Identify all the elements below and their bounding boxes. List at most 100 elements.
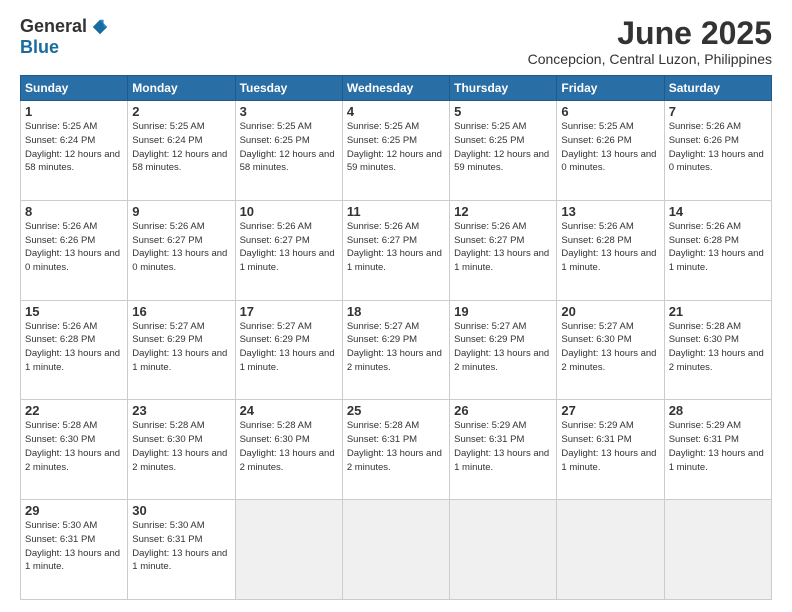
day-info: Sunrise: 5:26 AM Sunset: 6:28 PM Dayligh… (561, 220, 659, 275)
calendar-cell: 22 Sunrise: 5:28 AM Sunset: 6:30 PM Dayl… (21, 400, 128, 500)
day-info: Sunrise: 5:25 AM Sunset: 6:26 PM Dayligh… (561, 120, 659, 175)
logo-general: General (20, 16, 87, 37)
calendar-cell: 17 Sunrise: 5:27 AM Sunset: 6:29 PM Dayl… (235, 300, 342, 400)
day-info: Sunrise: 5:28 AM Sunset: 6:30 PM Dayligh… (669, 320, 767, 375)
day-number: 15 (25, 304, 123, 319)
day-info: Sunrise: 5:26 AM Sunset: 6:28 PM Dayligh… (669, 220, 767, 275)
day-number: 2 (132, 104, 230, 119)
calendar-week-2: 8 Sunrise: 5:26 AM Sunset: 6:26 PM Dayli… (21, 200, 772, 300)
calendar-cell: 11 Sunrise: 5:26 AM Sunset: 6:27 PM Dayl… (342, 200, 449, 300)
day-number: 3 (240, 104, 338, 119)
col-monday: Monday (128, 76, 235, 101)
day-info: Sunrise: 5:30 AM Sunset: 6:31 PM Dayligh… (25, 519, 123, 574)
calendar-cell (450, 500, 557, 600)
day-info: Sunrise: 5:26 AM Sunset: 6:27 PM Dayligh… (347, 220, 445, 275)
calendar-cell: 18 Sunrise: 5:27 AM Sunset: 6:29 PM Dayl… (342, 300, 449, 400)
calendar-cell: 30 Sunrise: 5:30 AM Sunset: 6:31 PM Dayl… (128, 500, 235, 600)
col-wednesday: Wednesday (342, 76, 449, 101)
month-title: June 2025 (528, 16, 772, 51)
day-info: Sunrise: 5:28 AM Sunset: 6:30 PM Dayligh… (25, 419, 123, 474)
day-info: Sunrise: 5:26 AM Sunset: 6:26 PM Dayligh… (669, 120, 767, 175)
day-number: 18 (347, 304, 445, 319)
day-number: 22 (25, 403, 123, 418)
day-number: 4 (347, 104, 445, 119)
header-right: June 2025 Concepcion, Central Luzon, Phi… (528, 16, 772, 67)
day-info: Sunrise: 5:28 AM Sunset: 6:30 PM Dayligh… (240, 419, 338, 474)
col-thursday: Thursday (450, 76, 557, 101)
location-title: Concepcion, Central Luzon, Philippines (528, 51, 772, 67)
logo: General Blue (20, 16, 109, 58)
calendar-cell: 6 Sunrise: 5:25 AM Sunset: 6:26 PM Dayli… (557, 101, 664, 201)
calendar-header-row: Sunday Monday Tuesday Wednesday Thursday… (21, 76, 772, 101)
page-header: General Blue June 2025 Concepcion, Centr… (20, 16, 772, 67)
day-info: Sunrise: 5:26 AM Sunset: 6:27 PM Dayligh… (454, 220, 552, 275)
calendar-cell: 20 Sunrise: 5:27 AM Sunset: 6:30 PM Dayl… (557, 300, 664, 400)
day-info: Sunrise: 5:27 AM Sunset: 6:29 PM Dayligh… (347, 320, 445, 375)
day-number: 13 (561, 204, 659, 219)
day-number: 23 (132, 403, 230, 418)
day-info: Sunrise: 5:28 AM Sunset: 6:31 PM Dayligh… (347, 419, 445, 474)
day-info: Sunrise: 5:27 AM Sunset: 6:30 PM Dayligh… (561, 320, 659, 375)
day-number: 21 (669, 304, 767, 319)
day-number: 11 (347, 204, 445, 219)
col-tuesday: Tuesday (235, 76, 342, 101)
calendar-cell: 10 Sunrise: 5:26 AM Sunset: 6:27 PM Dayl… (235, 200, 342, 300)
calendar-cell: 23 Sunrise: 5:28 AM Sunset: 6:30 PM Dayl… (128, 400, 235, 500)
day-number: 20 (561, 304, 659, 319)
calendar-cell (342, 500, 449, 600)
calendar-cell: 28 Sunrise: 5:29 AM Sunset: 6:31 PM Dayl… (664, 400, 771, 500)
day-number: 30 (132, 503, 230, 518)
day-info: Sunrise: 5:26 AM Sunset: 6:28 PM Dayligh… (25, 320, 123, 375)
calendar-cell: 24 Sunrise: 5:28 AM Sunset: 6:30 PM Dayl… (235, 400, 342, 500)
calendar-cell: 16 Sunrise: 5:27 AM Sunset: 6:29 PM Dayl… (128, 300, 235, 400)
day-number: 5 (454, 104, 552, 119)
calendar-cell: 21 Sunrise: 5:28 AM Sunset: 6:30 PM Dayl… (664, 300, 771, 400)
day-number: 9 (132, 204, 230, 219)
day-number: 7 (669, 104, 767, 119)
day-number: 17 (240, 304, 338, 319)
calendar-cell: 9 Sunrise: 5:26 AM Sunset: 6:27 PM Dayli… (128, 200, 235, 300)
day-number: 28 (669, 403, 767, 418)
calendar-cell: 5 Sunrise: 5:25 AM Sunset: 6:25 PM Dayli… (450, 101, 557, 201)
calendar-cell (664, 500, 771, 600)
calendar-cell: 13 Sunrise: 5:26 AM Sunset: 6:28 PM Dayl… (557, 200, 664, 300)
day-info: Sunrise: 5:26 AM Sunset: 6:27 PM Dayligh… (240, 220, 338, 275)
day-info: Sunrise: 5:28 AM Sunset: 6:30 PM Dayligh… (132, 419, 230, 474)
logo-icon (91, 18, 109, 36)
calendar-week-4: 22 Sunrise: 5:28 AM Sunset: 6:30 PM Dayl… (21, 400, 772, 500)
day-info: Sunrise: 5:25 AM Sunset: 6:25 PM Dayligh… (454, 120, 552, 175)
calendar-cell: 29 Sunrise: 5:30 AM Sunset: 6:31 PM Dayl… (21, 500, 128, 600)
day-number: 12 (454, 204, 552, 219)
day-info: Sunrise: 5:29 AM Sunset: 6:31 PM Dayligh… (454, 419, 552, 474)
day-number: 19 (454, 304, 552, 319)
calendar-cell: 4 Sunrise: 5:25 AM Sunset: 6:25 PM Dayli… (342, 101, 449, 201)
calendar-week-1: 1 Sunrise: 5:25 AM Sunset: 6:24 PM Dayli… (21, 101, 772, 201)
calendar-week-5: 29 Sunrise: 5:30 AM Sunset: 6:31 PM Dayl… (21, 500, 772, 600)
calendar-cell (235, 500, 342, 600)
calendar-cell: 8 Sunrise: 5:26 AM Sunset: 6:26 PM Dayli… (21, 200, 128, 300)
logo-blue: Blue (20, 37, 59, 58)
day-info: Sunrise: 5:25 AM Sunset: 6:24 PM Dayligh… (25, 120, 123, 175)
calendar-cell: 12 Sunrise: 5:26 AM Sunset: 6:27 PM Dayl… (450, 200, 557, 300)
calendar-cell: 15 Sunrise: 5:26 AM Sunset: 6:28 PM Dayl… (21, 300, 128, 400)
col-saturday: Saturday (664, 76, 771, 101)
calendar-cell: 3 Sunrise: 5:25 AM Sunset: 6:25 PM Dayli… (235, 101, 342, 201)
calendar-week-3: 15 Sunrise: 5:26 AM Sunset: 6:28 PM Dayl… (21, 300, 772, 400)
calendar-cell: 14 Sunrise: 5:26 AM Sunset: 6:28 PM Dayl… (664, 200, 771, 300)
day-number: 1 (25, 104, 123, 119)
calendar-cell: 19 Sunrise: 5:27 AM Sunset: 6:29 PM Dayl… (450, 300, 557, 400)
day-info: Sunrise: 5:25 AM Sunset: 6:24 PM Dayligh… (132, 120, 230, 175)
day-number: 8 (25, 204, 123, 219)
day-number: 24 (240, 403, 338, 418)
calendar-cell: 27 Sunrise: 5:29 AM Sunset: 6:31 PM Dayl… (557, 400, 664, 500)
calendar-cell: 2 Sunrise: 5:25 AM Sunset: 6:24 PM Dayli… (128, 101, 235, 201)
calendar-cell: 25 Sunrise: 5:28 AM Sunset: 6:31 PM Dayl… (342, 400, 449, 500)
day-info: Sunrise: 5:25 AM Sunset: 6:25 PM Dayligh… (240, 120, 338, 175)
calendar-cell: 1 Sunrise: 5:25 AM Sunset: 6:24 PM Dayli… (21, 101, 128, 201)
day-number: 6 (561, 104, 659, 119)
day-info: Sunrise: 5:30 AM Sunset: 6:31 PM Dayligh… (132, 519, 230, 574)
col-friday: Friday (557, 76, 664, 101)
col-sunday: Sunday (21, 76, 128, 101)
day-info: Sunrise: 5:29 AM Sunset: 6:31 PM Dayligh… (669, 419, 767, 474)
day-info: Sunrise: 5:26 AM Sunset: 6:26 PM Dayligh… (25, 220, 123, 275)
